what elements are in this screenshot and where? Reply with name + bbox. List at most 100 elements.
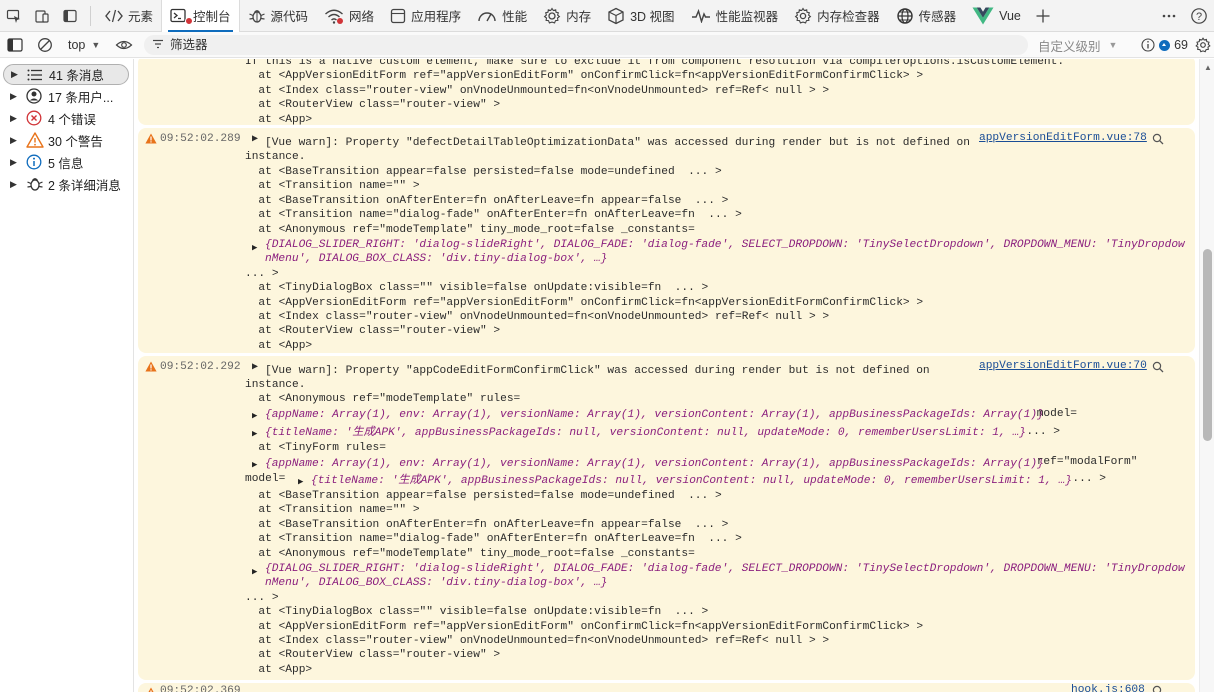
list-icon: [27, 67, 49, 83]
tab-sensors[interactable]: 传感器: [888, 1, 965, 31]
tab-memory[interactable]: 内存: [535, 1, 599, 31]
object-preview[interactable]: {appName: Array(1), env: Array(1), versi…: [265, 457, 1044, 471]
bug-icon: [26, 176, 48, 192]
sidebar-item-warning[interactable]: ▶ 30 个警告: [0, 129, 133, 151]
filter-input[interactable]: [170, 38, 970, 52]
expand-object-toggle[interactable]: ▶: [252, 427, 257, 441]
warning-icon: [145, 361, 157, 372]
object-preview-cont: nMenu', DIALOG_BOX_CLASS: 'div.tiny-dial…: [265, 253, 608, 266]
console-scrollbar[interactable]: ▲: [1199, 59, 1214, 692]
tab-label: Vue: [999, 8, 1021, 23]
stack-line: at <Transition name="dialog-fade" onAfte…: [245, 209, 742, 222]
tab-3d[interactable]: 3D 视图: [599, 1, 682, 31]
device-emulation-icon[interactable]: [28, 2, 56, 30]
object-preview[interactable]: {DIALOG_SLIDER_RIGHT: 'dialog-slideRight…: [265, 238, 1185, 252]
filter-box[interactable]: [144, 35, 1028, 55]
stack-line: ... >: [1059, 473, 1106, 485]
expand-triangle-icon[interactable]: ▶: [10, 157, 24, 168]
stack-line: at <BaseTransition appear=false persiste…: [245, 166, 722, 178]
log-levels-dropdown[interactable]: 自定义级别 ▼: [1038, 36, 1117, 54]
stack-line: ... >: [1013, 426, 1060, 438]
scrollbar-thumb[interactable]: [1203, 249, 1212, 441]
bug-icon: [248, 8, 266, 24]
expand-object-toggle[interactable]: ▶: [252, 565, 257, 579]
context-selector[interactable]: top ▼: [62, 35, 104, 55]
tab-sources[interactable]: 源代码: [240, 1, 317, 31]
vue-logo-icon: [972, 7, 994, 25]
expand-triangle-icon[interactable]: ▶: [10, 179, 24, 190]
info-icon[interactable]: [1140, 37, 1156, 53]
sidebar-toggle-icon[interactable]: [0, 31, 30, 59]
console-settings-gear-icon[interactable]: [1192, 34, 1214, 56]
stack-line: at <TinyDialogBox class="" visible=false…: [245, 606, 709, 619]
stack-line: at <RouterView class="router-view" >: [245, 325, 501, 338]
sidebar-item-label: 17 条用户...: [48, 90, 114, 105]
tab-label: 3D 视图: [630, 10, 675, 24]
sidebar-item-info[interactable]: ▶ 5 信息: [0, 151, 133, 173]
scroll-up-arrow-icon[interactable]: ▲: [1204, 63, 1212, 72]
tab-network[interactable]: 网络: [316, 1, 382, 31]
search-icon[interactable]: [1152, 685, 1164, 692]
expand-triangle-icon[interactable]: ▶: [11, 69, 25, 80]
add-tool-plus-icon[interactable]: [1029, 2, 1057, 30]
tab-label: 应用程序: [411, 10, 462, 24]
object-preview[interactable]: {titleName: '生成APK', appBusinessPackageI…: [265, 426, 1026, 440]
object-preview[interactable]: {appName: Array(1), env: Array(1), versi…: [265, 408, 1044, 422]
expand-message-toggle[interactable]: ▶: [252, 133, 258, 147]
tab-console[interactable]: 控制台: [161, 0, 240, 32]
stack-line: at <RouterView class="router-view" >: [245, 99, 501, 112]
tab-meminspect[interactable]: 内存检查器: [786, 1, 888, 31]
memory-icon: [543, 6, 561, 25]
expand-object-toggle[interactable]: ▶: [252, 458, 257, 472]
sidebar-item-error[interactable]: ▶ 4 个错误: [0, 107, 133, 129]
tab-performance[interactable]: 性能: [469, 1, 535, 31]
warning-icon: [145, 133, 157, 144]
sidebar-item-bug[interactable]: ▶ 2 条详细消息: [0, 173, 133, 195]
tab-perfmon[interactable]: 性能监视器: [683, 1, 787, 31]
more-tools-icon[interactable]: [1154, 2, 1184, 30]
console-message-warning: 09:52:02.292 ▶ [Vue warn]: Property "app…: [138, 356, 1195, 680]
expand-object-toggle[interactable]: ▶: [252, 409, 257, 423]
source-link[interactable]: appVersionEditForm.vue:78: [979, 132, 1147, 144]
stack-line: at <AppVersionEditForm ref="appVersionEd…: [245, 70, 924, 83]
user-icon: [26, 88, 48, 104]
error-icon: [26, 110, 48, 126]
code-icon: [105, 9, 123, 23]
expand-triangle-icon[interactable]: ▶: [10, 91, 24, 102]
source-link[interactable]: hook.js:608: [1071, 684, 1145, 692]
console-messages: If this is a native custom element, make…: [135, 59, 1199, 692]
expand-triangle-icon[interactable]: ▶: [10, 135, 24, 146]
sidebar-item-list[interactable]: ▶ 41 条消息: [3, 64, 129, 85]
stack-line: at <TinyForm rules=: [245, 442, 386, 454]
live-expression-eye-icon[interactable]: [110, 31, 138, 59]
object-preview[interactable]: {titleName: '生成APK', appBusinessPackageI…: [311, 474, 1072, 488]
tab-vue[interactable]: Vue: [964, 1, 1029, 31]
search-icon[interactable]: [1152, 133, 1164, 145]
dock-side-icon[interactable]: [56, 2, 84, 30]
expand-triangle-icon[interactable]: ▶: [10, 113, 24, 124]
expand-message-toggle[interactable]: ▶: [252, 361, 258, 375]
message-timestamp: 09:52:02.292: [160, 361, 241, 373]
issues-badge[interactable]: 69: [1158, 38, 1192, 52]
sidebar-item-label: 2 条详细消息: [48, 178, 121, 193]
warning-icon: [26, 132, 48, 148]
globe-icon: [896, 7, 914, 25]
expand-object-toggle[interactable]: ▶: [252, 241, 257, 255]
tab-elements[interactable]: 元素: [97, 1, 161, 31]
search-icon[interactable]: [1152, 361, 1164, 373]
tab-application[interactable]: 应用程序: [382, 1, 469, 31]
sidebar-item-user[interactable]: ▶ 17 条用户...: [0, 85, 133, 107]
clear-console-icon[interactable]: [30, 31, 60, 59]
source-link[interactable]: appVersionEditForm.vue:70: [979, 360, 1147, 372]
help-icon[interactable]: ?: [1184, 2, 1214, 30]
inspect-element-icon[interactable]: [0, 2, 28, 30]
object-preview[interactable]: {DIALOG_SLIDER_RIGHT: 'dialog-slideRight…: [265, 562, 1185, 576]
filter-icon: [152, 38, 164, 52]
stack-line: at <BaseTransition appear=false persiste…: [245, 490, 722, 502]
console-message-warning: 09:52:02.289 ▶ [Vue warn]: Property "def…: [138, 128, 1195, 353]
expand-object-toggle[interactable]: ▶: [298, 475, 303, 489]
console-toolbar: top ▼ 自定义级别 ▼: [0, 32, 1214, 58]
console-message-warning: If this is a native custom element, make…: [138, 59, 1195, 126]
stack-line: ... >: [245, 267, 279, 280]
console-sidebar: ▶ 41 条消息 ▶ 17 条用户... ▶ 4 个错误 ▶ 30 个警告 ▶ 5 信息 ▶ 2 条详…: [0, 59, 134, 692]
